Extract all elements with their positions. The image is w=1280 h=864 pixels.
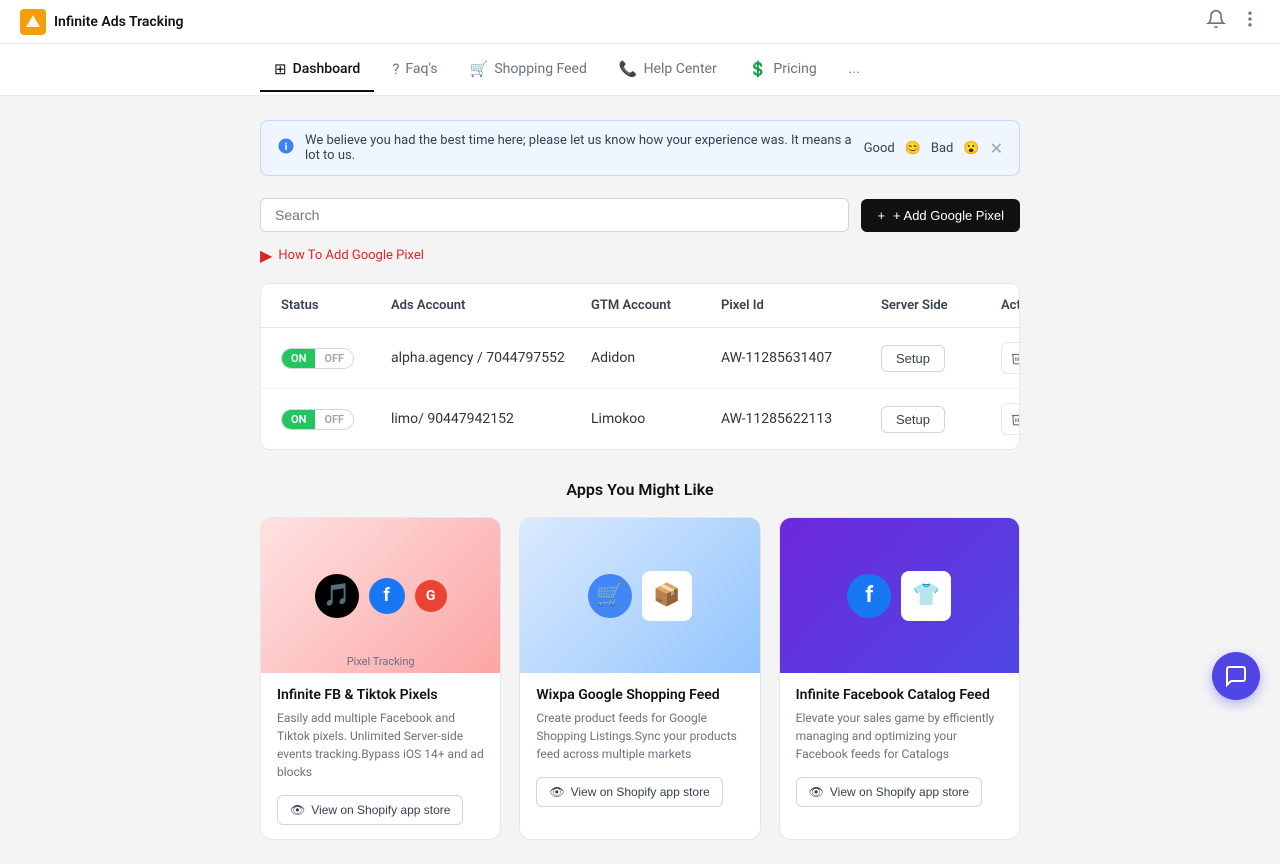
setup-button-1[interactable]: Setup [881,345,945,372]
tab-pricing[interactable]: 💲 Pricing [735,48,831,92]
search-row: + + Add Google Pixel [260,198,1020,232]
main-content: i We believe you had the best time here;… [240,96,1040,864]
plus-icon: + [877,208,885,223]
close-icon[interactable]: ✕ [990,139,1003,158]
toggle-cell-2: ON OFF [281,409,391,430]
notice-right: Good 😊 Bad 😮 ✕ [864,139,1003,158]
toggle-on-1[interactable]: ON [282,349,315,368]
good-emoji: 😊 [905,141,921,156]
notice-left: i We believe you had the best time here;… [277,133,864,163]
more-icon[interactable] [1240,9,1260,34]
pixel-id-1: AW-11285631407 [721,350,881,366]
apps-section-title: Apps You Might Like [260,480,1020,499]
svg-text:i: i [285,140,288,153]
app-card-2[interactable]: f 👕 Infinite Facebook Catalog Feed Eleva… [779,517,1020,840]
server-side-2: Setup [881,406,1001,433]
toggle-off-2[interactable]: OFF [315,410,353,429]
col-actions: Actions [1001,298,1020,313]
app-desc-1: Create product feeds for Google Shopping… [536,709,743,763]
tab-shopping-feed[interactable]: 🛒 Shopping Feed [456,48,601,92]
pixel-id-2: AW-11285622113 [721,411,881,427]
phone-icon: 📞 [619,60,638,78]
app-name-1: Wixpa Google Shopping Feed [536,687,743,703]
tab-dashboard[interactable]: ⊞ Dashboard [260,48,374,92]
table-header: Status Ads Account GTM Account Pixel Id … [261,284,1019,328]
pixels-table: Status Ads Account GTM Account Pixel Id … [260,283,1020,450]
app-card-0[interactable]: 🎵 f G Pixel Tracking Infinite FB & Tikto… [260,517,501,840]
app-card-body-0: Infinite FB & Tiktok Pixels Easily add m… [261,673,500,839]
gtm-account-2: Limokoo [591,411,721,427]
how-to-link[interactable]: ▶ How To Add Google Pixel [260,246,1020,265]
good-label: Good [864,141,895,156]
toggle-on-2[interactable]: ON [282,410,315,429]
col-pixel-id: Pixel Id [721,298,881,313]
tab-help-center[interactable]: 📞 Help Center [605,48,731,92]
bell-icon[interactable] [1206,9,1226,34]
app-card-body-2: Infinite Facebook Catalog Feed Elevate y… [780,673,1019,821]
pricing-icon: 💲 [749,60,768,78]
notice-message: We believe you had the best time here; p… [305,133,864,163]
toggle-2[interactable]: ON OFF [281,409,354,430]
apps-grid: 🎵 f G Pixel Tracking Infinite FB & Tikto… [260,517,1020,840]
notice-banner: i We believe you had the best time here;… [260,120,1020,176]
setup-button-2[interactable]: Setup [881,406,945,433]
store-icon-2: 👁 [809,785,824,799]
ads-account-2: limo/ 90447942152 [391,411,591,427]
toggle-off-1[interactable]: OFF [315,349,353,368]
app-card-body-1: Wixpa Google Shopping Feed Create produc… [520,673,759,821]
view-store-btn-0[interactable]: 👁 View on Shopify app store [277,795,463,825]
table-row: ON OFF alpha.agency / 7044797552 Adidon … [261,328,1019,389]
info-icon: i [277,137,295,159]
tab-faqs[interactable]: ? Faq's [378,48,451,92]
bad-emoji: 😮 [963,141,979,156]
ads-account-1: alpha.agency / 7044797552 [391,350,591,366]
view-store-btn-2[interactable]: 👁 View on Shopify app store [796,777,982,807]
toggle-1[interactable]: ON OFF [281,348,354,369]
bad-label: Bad [931,141,954,156]
app-card-1[interactable]: 🛒 📦 Wixpa Google Shopping Feed Create pr… [519,517,760,840]
app-card-image-2: f 👕 [780,518,1019,673]
tab-more[interactable]: ... [835,49,874,91]
table-row: ON OFF limo/ 90447942152 Limokoo AW-1128… [261,389,1019,449]
nav-tabs: ⊞ Dashboard ? Faq's 🛒 Shopping Feed 📞 He… [0,44,1280,96]
app-card-image-1: 🛒 📦 [520,518,759,673]
app-card-image-0: 🎵 f G Pixel Tracking [261,518,500,673]
app-name-2: Infinite Facebook Catalog Feed [796,687,1003,703]
app-logo [20,9,46,35]
youtube-icon: ▶ [260,246,272,265]
toggle-cell-1: ON OFF [281,348,391,369]
actions-1 [1001,342,1020,374]
dashboard-icon: ⊞ [274,60,287,78]
app-name-0: Infinite FB & Tiktok Pixels [277,687,484,703]
app-desc-2: Elevate your sales game by efficiently m… [796,709,1003,763]
app-title: Infinite Ads Tracking [54,14,184,30]
add-pixel-button[interactable]: + + Add Google Pixel [861,199,1020,232]
store-icon-0: 👁 [290,803,305,817]
topbar: Infinite Ads Tracking [0,0,1280,44]
topbar-left: Infinite Ads Tracking [20,9,184,35]
gtm-account-1: Adidon [591,350,721,366]
store-icon-1: 👁 [549,785,564,799]
chat-bubble[interactable] [1212,652,1260,700]
faqs-icon: ? [392,60,399,78]
shopping-icon: 🛒 [470,60,489,78]
topbar-right [1206,9,1260,34]
col-gtm-account: GTM Account [591,298,721,313]
server-side-1: Setup [881,345,1001,372]
view-store-btn-1[interactable]: 👁 View on Shopify app store [536,777,722,807]
search-input[interactable] [260,198,849,232]
col-status: Status [281,298,391,313]
col-ads-account: Ads Account [391,298,591,313]
col-server-side: Server Side [881,298,1001,313]
delete-button-2[interactable] [1001,403,1020,435]
delete-button-1[interactable] [1001,342,1020,374]
actions-2 [1001,403,1020,435]
